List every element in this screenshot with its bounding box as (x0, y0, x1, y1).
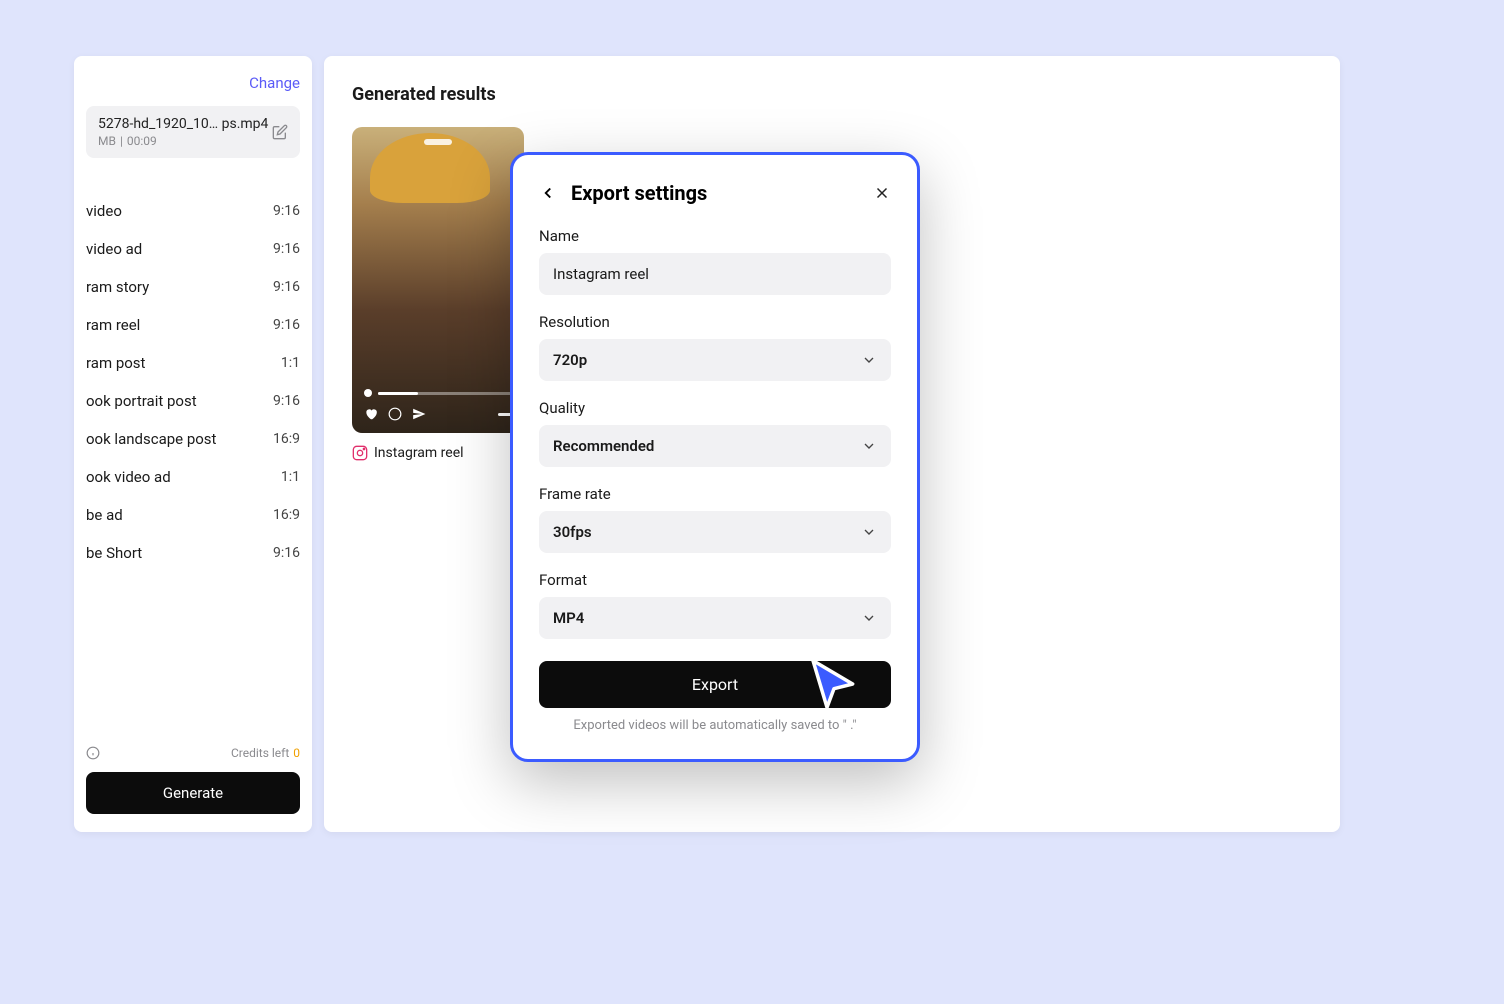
back-icon[interactable] (539, 184, 557, 202)
preset-label: ram post (86, 354, 145, 372)
format-select[interactable]: MP4 (539, 597, 891, 639)
file-name: 5278-hd_1920_10… ps.mp4 (98, 116, 268, 132)
chevron-down-icon (861, 524, 877, 540)
preset-label: ook landscape post (86, 430, 216, 448)
preset-label: video (86, 202, 122, 220)
preset-ratio: 9:16 (273, 393, 300, 409)
credits-value: 0 (293, 746, 300, 760)
preset-label: be ad (86, 506, 123, 524)
preset-label: ook portrait post (86, 392, 197, 410)
preset-ratio: 16:9 (273, 431, 300, 447)
file-pill[interactable]: 5278-hd_1920_10… ps.mp4 MB|00:09 (86, 106, 300, 158)
close-icon[interactable] (873, 184, 891, 202)
export-button[interactable]: Export (539, 661, 891, 708)
preset-ratio: 9:16 (273, 241, 300, 257)
preset-label: be Short (86, 544, 142, 562)
preset-row[interactable]: ook landscape post 16:9 (86, 420, 300, 458)
modal-title: Export settings (571, 181, 859, 205)
chevron-down-icon (861, 610, 877, 626)
export-hint: Exported videos will be automatically sa… (539, 718, 891, 733)
preset-row[interactable]: ram reel 9:16 (86, 306, 300, 344)
chevron-down-icon (861, 438, 877, 454)
resolution-label: Resolution (539, 313, 891, 331)
info-icon[interactable] (86, 746, 100, 760)
result-thumbnail[interactable] (352, 127, 524, 433)
name-input[interactable] (539, 253, 891, 295)
results-heading: Generated results (352, 84, 1312, 105)
change-link[interactable]: Change (86, 74, 300, 92)
preset-row[interactable]: ram post 1:1 (86, 344, 300, 382)
quality-select[interactable]: Recommended (539, 425, 891, 467)
preset-label: ook video ad (86, 468, 171, 486)
preset-ratio: 9:16 (273, 203, 300, 219)
format-label: Format (539, 571, 891, 589)
heart-icon (364, 407, 378, 421)
edit-icon[interactable] (272, 124, 288, 140)
preset-ratio: 9:16 (273, 545, 300, 561)
chevron-down-icon (861, 352, 877, 368)
preset-ratio: 1:1 (281, 355, 300, 371)
quality-label: Quality (539, 399, 891, 417)
generate-button[interactable]: Generate (86, 772, 300, 814)
preset-row[interactable]: video ad 9:16 (86, 230, 300, 268)
name-label: Name (539, 227, 891, 245)
preset-row[interactable]: ook portrait post 9:16 (86, 382, 300, 420)
preset-row[interactable]: be ad 16:9 (86, 496, 300, 534)
export-settings-modal: Export settings Name Resolution 720p Qua… (510, 152, 920, 762)
credits-label: Credits left (231, 746, 289, 760)
preset-ratio: 9:16 (273, 279, 300, 295)
comment-icon (388, 407, 402, 421)
preset-label: ram reel (86, 316, 140, 334)
send-icon (412, 407, 426, 421)
sidebar: Change 5278-hd_1920_10… ps.mp4 MB|00:09 … (74, 56, 312, 832)
preset-ratio: 9:16 (273, 317, 300, 333)
framerate-label: Frame rate (539, 485, 891, 503)
result-card[interactable]: Instagram reel (352, 127, 524, 461)
file-meta: MB|00:09 (98, 134, 268, 148)
resolution-select[interactable]: 720p (539, 339, 891, 381)
preset-row[interactable]: ook video ad 1:1 (86, 458, 300, 496)
preset-row[interactable]: video 9:16 (86, 192, 300, 230)
preset-label: ram story (86, 278, 149, 296)
preset-row[interactable]: be Short 9:16 (86, 534, 300, 572)
preset-ratio: 16:9 (273, 507, 300, 523)
preset-label: video ad (86, 240, 142, 258)
framerate-select[interactable]: 30fps (539, 511, 891, 553)
instagram-icon (352, 445, 368, 461)
result-label-text: Instagram reel (374, 445, 464, 461)
preset-ratio: 1:1 (281, 469, 300, 485)
preset-row[interactable]: ram story 9:16 (86, 268, 300, 306)
